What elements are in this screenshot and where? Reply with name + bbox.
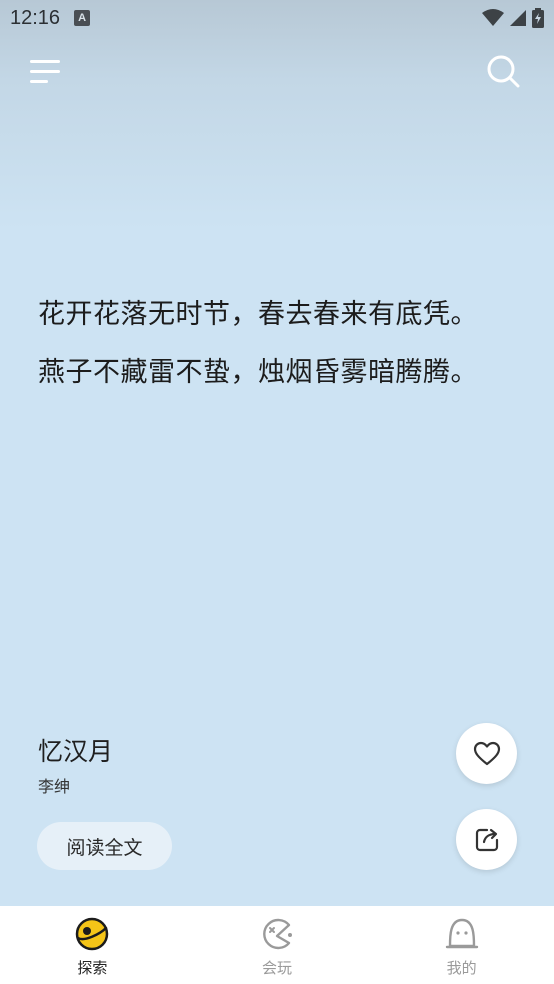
profile-face-icon [445,918,478,949]
heart-icon [473,741,500,765]
poem-title: 忆汉月 [38,737,114,766]
nav-item-explore[interactable]: 探索 [0,906,185,984]
poem-body: 花开花落无时节，春去春来有底凭。 燕子不藏雷不蛰，烛烟昏雾暗腾腾。 [38,286,528,402]
share-icon [475,828,498,851]
nav-item-play[interactable]: 会玩 [185,906,370,984]
poem-author: 李绅 [38,777,71,796]
nav-label-explore: 探索 [77,959,108,977]
notification-icon: A [74,10,91,26]
battery-icon [532,8,544,28]
status-indicators [482,8,544,28]
poem-line: 花开花落无时节，春去春来有底凭。 [38,299,478,330]
nav-label-play: 会玩 [262,959,293,977]
status-bar: 12:16 A [0,0,554,36]
header-gradient [0,0,554,260]
menu-line [30,69,60,73]
search-icon [487,55,520,88]
pacman-icon [263,918,292,950]
poem-line: 燕子不藏雷不蛰，烛烟昏雾暗腾腾。 [38,357,478,388]
bottom-navigation: 探索 会玩 我的 [0,906,554,984]
share-button[interactable] [456,809,517,870]
like-button[interactable] [456,723,517,784]
nav-item-mine[interactable]: 我的 [369,906,554,984]
cellular-signal-icon [510,10,526,26]
wifi-icon [482,9,504,26]
search-button[interactable] [485,53,521,89]
nav-label-mine: 我的 [446,959,477,977]
planet-icon [76,917,109,951]
menu-line [30,79,48,83]
status-time: 12:16 [10,6,61,29]
read-full-button[interactable]: 阅读全文 [37,822,172,870]
menu-line [30,59,60,63]
menu-button[interactable] [30,52,70,90]
